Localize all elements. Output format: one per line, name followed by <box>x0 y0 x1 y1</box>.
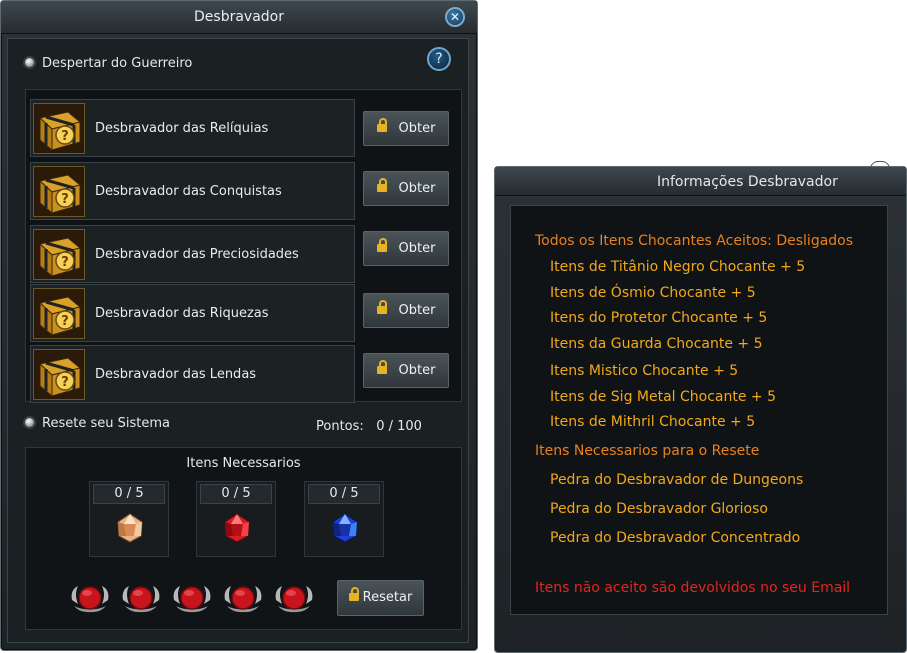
lock-icon <box>376 300 387 314</box>
medal-icon <box>275 586 313 613</box>
medal-icon <box>224 586 262 613</box>
resetar-button[interactable]: Resetar <box>337 580 424 616</box>
window-titlebar[interactable]: Desbravador ✕ <box>1 1 477 34</box>
section-resete: Resete seu Sistema <box>25 416 170 431</box>
obter-label: Obter <box>398 121 436 136</box>
window-title: Desbravador <box>194 9 284 25</box>
list-item: ? Desbravador das Preciosidades <box>30 225 355 283</box>
obter-label: Obter <box>398 363 436 378</box>
info-window: Informações Desbravador Todos os Itens C… <box>494 161 907 653</box>
list-item: ? Desbravador das Relíquias <box>30 99 355 157</box>
required-heading: Itens Necessarios para o Resete <box>535 443 760 459</box>
lock-icon <box>376 238 387 252</box>
info-title: Informações Desbravador <box>657 174 838 190</box>
required-item: Pedra do Desbravador Glorioso <box>550 501 768 517</box>
svg-text:?: ? <box>61 375 69 390</box>
accepted-item: Itens de Sig Metal Chocante + 5 <box>550 389 777 405</box>
obter-button[interactable]: Obter <box>363 171 449 206</box>
orange-stone-icon <box>117 513 143 543</box>
red-stone-icon <box>224 513 250 543</box>
required-item: Pedra do Desbravador de Dungeons <box>550 472 804 488</box>
accepted-item: Itens Mistico Chocante + 5 <box>550 363 739 379</box>
info-body: Todos os Itens Chocantes Aceitos: Deslig… <box>510 205 888 615</box>
slot-count: 0 / 5 <box>93 484 165 504</box>
accepted-item: Itens de Titânio Negro Chocante + 5 <box>550 259 806 275</box>
required-items-title: Itens Necessarios <box>186 456 301 471</box>
slot-count: 0 / 5 <box>308 484 380 504</box>
item-label: Desbravador das Preciosidades <box>95 247 299 262</box>
obter-button[interactable]: Obter <box>363 231 449 266</box>
obter-label: Obter <box>398 241 436 256</box>
item-label: Desbravador das Lendas <box>95 367 257 382</box>
help-icon[interactable]: ? <box>427 47 451 71</box>
lock-icon <box>348 587 359 601</box>
mystery-chest-icon: ? <box>33 103 85 154</box>
accepted-item: Itens da Guarda Chocante + 5 <box>550 336 763 352</box>
lock-icon <box>376 178 387 192</box>
obter-label: Obter <box>398 181 436 196</box>
mystery-chest-icon: ? <box>33 349 85 400</box>
slot-count: 0 / 5 <box>200 484 272 504</box>
section-resete-title: Resete seu Sistema <box>42 416 170 431</box>
points-display: Pontos: 0 / 100 <box>316 419 422 434</box>
obter-button[interactable]: Obter <box>363 353 449 388</box>
accepted-item: Itens de Mithril Chocante + 5 <box>550 414 756 430</box>
medal-icon <box>71 586 109 613</box>
section-despertar: Despertar do Guerreiro <box>25 56 192 71</box>
required-slot[interactable]: 0 / 5 <box>196 481 276 557</box>
obter-label: Obter <box>398 303 436 318</box>
accepted-item: Itens de Ósmio Chocante + 5 <box>550 285 756 301</box>
lock-icon <box>376 118 387 132</box>
medal-icon <box>173 586 211 613</box>
close-icon[interactable]: ✕ <box>445 7 465 27</box>
accepted-heading: Todos os Itens Chocantes Aceitos: Deslig… <box>535 233 854 249</box>
resetar-label: Resetar <box>362 590 413 605</box>
required-item: Pedra do Desbravador Concentrado <box>550 530 801 546</box>
medal-icon <box>122 586 160 613</box>
required-slot[interactable]: 0 / 5 <box>89 481 169 557</box>
info-titlebar[interactable]: Informações Desbravador <box>495 167 906 196</box>
item-label: Desbravador das Riquezas <box>95 306 269 321</box>
warning-text: Itens não aceito são devolvidos no seu E… <box>535 580 851 596</box>
points-label: Pontos: <box>316 419 364 434</box>
blue-stone-icon <box>332 513 358 543</box>
accepted-item: Itens do Protetor Chocante + 5 <box>550 310 768 326</box>
bullet-icon <box>25 418 34 427</box>
list-item: ? Desbravador das Lendas <box>30 345 355 403</box>
svg-text:?: ? <box>61 314 69 329</box>
list-item: ? Desbravador das Conquistas <box>30 162 355 220</box>
points-value: 0 / 100 <box>376 419 422 434</box>
obter-button[interactable]: Obter <box>363 111 449 146</box>
obter-button[interactable]: Obter <box>363 293 449 328</box>
item-label: Desbravador das Conquistas <box>95 184 282 199</box>
svg-text:?: ? <box>61 192 69 207</box>
svg-text:?: ? <box>61 255 69 270</box>
required-slot[interactable]: 0 / 5 <box>304 481 384 557</box>
bullet-icon <box>25 58 34 67</box>
svg-text:?: ? <box>61 129 69 144</box>
section-despertar-title: Despertar do Guerreiro <box>42 56 193 71</box>
lock-icon <box>376 360 387 374</box>
mystery-chest-icon: ? <box>33 166 85 217</box>
mystery-chest-icon: ? <box>33 288 85 339</box>
list-item: ? Desbravador das Riquezas <box>30 284 355 342</box>
item-label: Desbravador das Relíquias <box>95 121 269 136</box>
mystery-chest-icon: ? <box>33 229 85 280</box>
